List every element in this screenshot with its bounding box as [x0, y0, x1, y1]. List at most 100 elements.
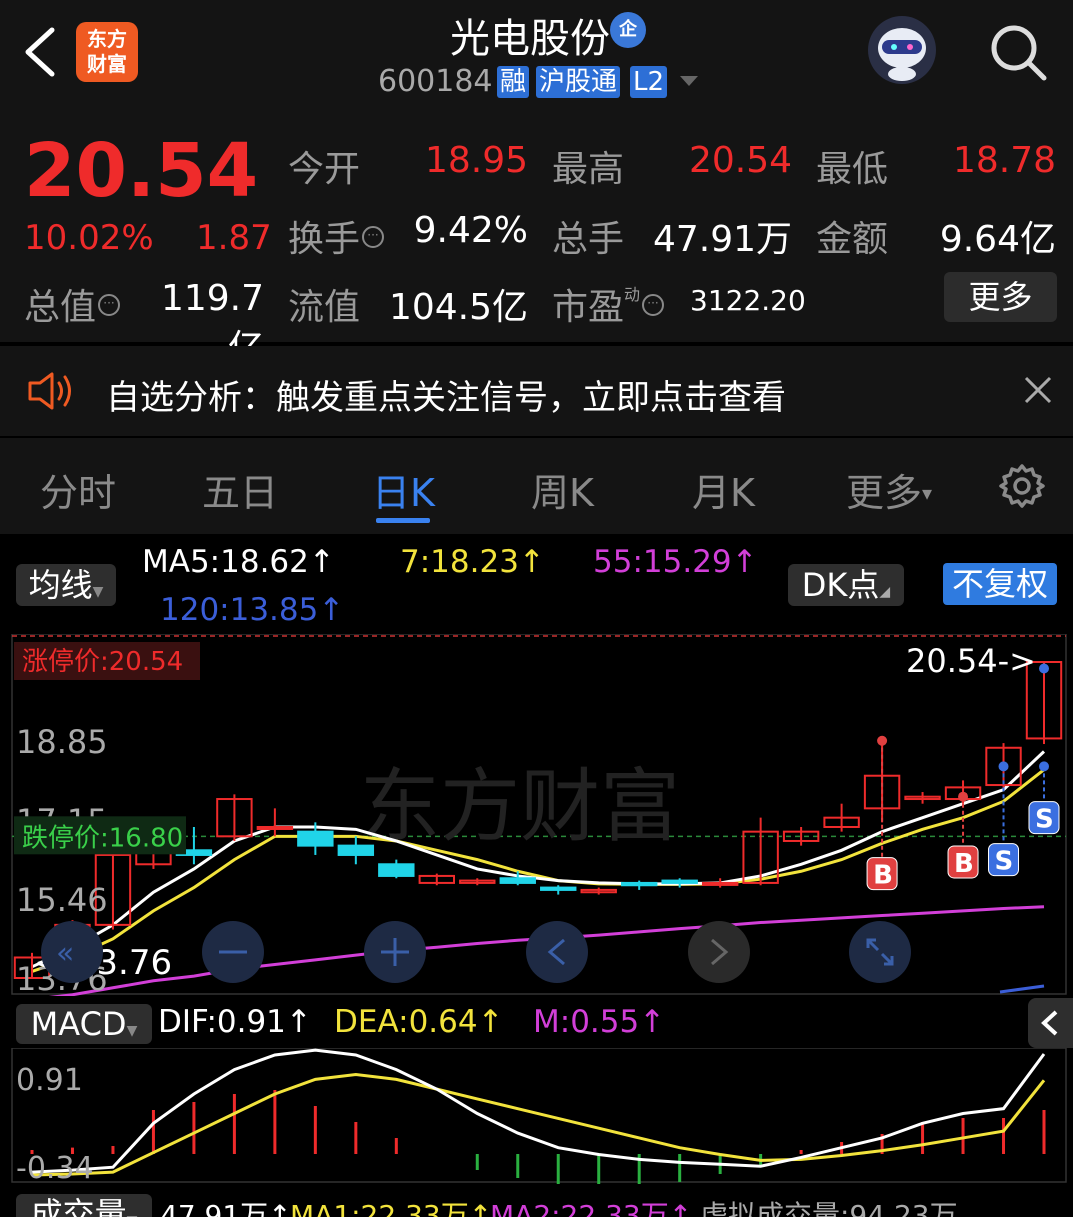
more-info-icon[interactable]: ··· — [642, 294, 665, 316]
tab-five-day[interactable]: 五日 — [202, 462, 278, 517]
signal-letter: S — [995, 847, 1014, 877]
chevron-left-icon — [1041, 1010, 1058, 1036]
signal-letter: B — [873, 861, 893, 891]
low-value: 18.78 — [952, 140, 1056, 181]
volume-header: 成交量▼ 47.91万↑ MA1:22.33万↑ MA2:22.33万↑ 虚拟成… — [0, 1186, 1073, 1217]
dropdown-arrow-icon: ◢ — [879, 584, 891, 600]
macd-m-label: M:0.55↑ — [533, 1004, 666, 1040]
tag-margin: 融 — [497, 66, 530, 98]
high-value: 20.54 — [688, 140, 792, 181]
limit-down-label: 跌停价:16.80 — [22, 823, 183, 853]
stock-code: 600184 — [378, 64, 493, 99]
limit-up-label: 涨停价:20.54 — [22, 647, 183, 677]
open-value: 18.95 — [424, 140, 528, 181]
dropdown-arrow-icon: ▼ — [126, 1023, 138, 1039]
k-y-tick-label: 15.46 — [16, 881, 108, 919]
zoom-far-left-button[interactable]: « — [41, 921, 103, 983]
logo-text-line2: 财富 — [87, 52, 127, 76]
float-cap-label: 流值 — [288, 287, 361, 328]
tab-weekly-k[interactable]: 周K — [531, 462, 594, 517]
back-arrow-icon[interactable] — [20, 24, 60, 80]
macd-chart[interactable]: 0.91 -0.34 — [0, 1048, 1073, 1184]
macd-y-tick-top: 0.91 — [16, 1063, 83, 1098]
double-chevron-left-icon: « — [56, 936, 74, 971]
change-amount: 1.87 — [196, 218, 272, 258]
turnover-value: 9.42% — [413, 210, 528, 251]
candle-body — [256, 825, 294, 830]
indicator-type-selector[interactable]: 均线▼ — [16, 564, 116, 606]
change-percent: 10.02% — [24, 218, 154, 258]
macd-y-tick-bottom: -0.34 — [16, 1151, 94, 1184]
dropdown-arrow-icon: ▼ — [127, 1213, 138, 1217]
scroll-right-button[interactable] — [688, 921, 750, 983]
dropdown-arrow-icon: ▾ — [922, 481, 933, 505]
eastmoney-logo[interactable]: 东方 财富 — [76, 22, 138, 82]
volume-label: 总手 — [552, 219, 625, 260]
ma120-line — [999, 984, 1045, 994]
tab-monthly-k[interactable]: 月K — [692, 462, 755, 517]
zoom-in-button[interactable] — [364, 921, 426, 983]
signal-dot — [1039, 761, 1049, 772]
candle-body — [620, 881, 658, 887]
zoom-out-button[interactable] — [202, 921, 264, 983]
dropdown-arrow-icon: ▼ — [92, 584, 104, 600]
signal-letter: B — [954, 849, 974, 879]
signal-letter: S — [1035, 805, 1054, 835]
robot-assistant-icon[interactable] — [866, 14, 938, 86]
float-cap-value: 104.5亿 — [388, 287, 528, 328]
candle-body — [499, 877, 536, 884]
macd-selector[interactable]: MACD▼ — [16, 1004, 152, 1044]
virtual-volume-label: 虚拟成交量:94.23万 — [700, 1199, 958, 1217]
pe-label: 市盈动 ··· — [552, 278, 665, 330]
tag-dropdown-icon[interactable] — [680, 74, 698, 88]
last-price-dot — [1039, 663, 1049, 674]
candle-body — [701, 881, 739, 886]
macd-dif-label: DIF:0.91↑ — [158, 1004, 312, 1040]
candle-body — [540, 886, 577, 891]
ma5-label: MA5:18.62↑ — [142, 544, 335, 580]
fullscreen-button[interactable] — [849, 921, 911, 983]
close-icon[interactable] — [1024, 376, 1052, 404]
settings-gear-icon[interactable] — [998, 462, 1046, 510]
candle-body — [661, 879, 698, 884]
candle-body — [297, 830, 334, 847]
macd-lines — [31, 1048, 1046, 1177]
ma7-label: 7:18.23↑ — [400, 544, 545, 580]
volume-value: 47.91万 — [652, 219, 792, 260]
pe-dynamic-mark: 动 — [624, 285, 641, 304]
k-y-tick-label: 18.85 — [16, 723, 108, 761]
volume-value-label: 47.91万↑ — [160, 1199, 292, 1217]
dk-point-selector[interactable]: DK点◢ — [788, 564, 904, 606]
candle-body — [378, 863, 415, 877]
low-label: 最低 — [816, 149, 889, 190]
tab-daily-k[interactable]: 日K — [372, 462, 435, 517]
volume-ma2-label: MA2:22.33万↑ — [490, 1199, 693, 1217]
alert-text[interactable]: 自选分析：触发重点关注信号，立即点击查看 — [106, 370, 786, 419]
volume-ma1-label: MA1:22.33万↑ — [290, 1199, 493, 1217]
scroll-left-button[interactable] — [526, 921, 588, 983]
tab-more[interactable]: 更多▾ — [846, 462, 932, 517]
amount-value: 9.64亿 — [939, 219, 1056, 260]
collapse-panel-button[interactable] — [1028, 998, 1073, 1048]
volume-selector[interactable]: 成交量▼ — [16, 1194, 152, 1217]
search-icon[interactable] — [988, 22, 1048, 82]
macd-dif-line — [31, 1048, 1046, 1174]
more-quote-button[interactable]: 更多 — [944, 272, 1057, 322]
price-adjust-toggle[interactable]: 不复权 — [943, 563, 1057, 605]
candle-body — [337, 844, 375, 856]
macd-dea-line — [31, 1072, 1046, 1177]
speaker-icon — [28, 372, 71, 410]
logo-text-line1: 东方 — [87, 27, 127, 51]
candlestick-chart[interactable]: 东方财富 BBSS 20.5418.8517.1515.4613.76涨停价:2… — [0, 634, 1073, 996]
tab-intraday[interactable]: 分时 — [40, 462, 116, 517]
more-info-icon[interactable]: ··· — [98, 294, 121, 316]
watermark: 东方财富 — [360, 760, 680, 853]
ma120-label: 120:13.85↑ — [160, 592, 345, 628]
signal-dot — [877, 735, 888, 746]
pe-value: 3122.20 — [690, 284, 806, 317]
active-tab-indicator — [376, 518, 430, 523]
amount-label: 金额 — [816, 219, 889, 260]
more-info-icon[interactable]: ··· — [362, 226, 385, 248]
signal-dot — [998, 761, 1009, 772]
macd-dea-label: DEA:0.64↑ — [334, 1004, 504, 1040]
